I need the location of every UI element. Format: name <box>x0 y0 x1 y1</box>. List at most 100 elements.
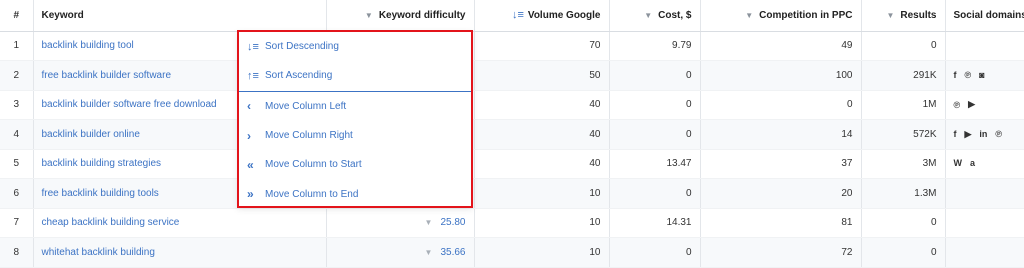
column-header-social-label: Social domains <box>954 10 1024 21</box>
pinterest-icon[interactable]: ℗ <box>965 70 972 80</box>
volume-cell: 40 <box>474 149 609 179</box>
table-row: 5backlink building strategies4013.47373M… <box>0 149 1024 179</box>
results-cell: 0 <box>861 238 945 268</box>
column-header-cost[interactable]: ▼ Cost, $ <box>609 0 700 31</box>
menu-item-move-end[interactable]: » Move Column to End <box>239 179 471 208</box>
menu-item-label: Move Column Left <box>265 101 346 112</box>
row-index: 7 <box>0 208 33 238</box>
results-cell: 572K <box>861 120 945 150</box>
double-chevron-right-icon: » <box>247 187 265 201</box>
cost-cell: 0 <box>609 238 700 268</box>
social-domains-cell: f ℗ ◙ <box>945 61 1024 91</box>
row-index: 5 <box>0 149 33 179</box>
table-row: 1backlink building tool709.79490 <box>0 31 1024 61</box>
social-domains-cell <box>945 179 1024 209</box>
volume-cell: 70 <box>474 31 609 61</box>
volume-cell: 50 <box>474 61 609 91</box>
volume-cell: 10 <box>474 208 609 238</box>
chevron-down-icon[interactable]: ▼ <box>365 11 373 20</box>
social-domains-cell <box>945 31 1024 61</box>
chevron-down-icon[interactable]: ▼ <box>745 11 753 20</box>
cost-cell: 0 <box>609 61 700 91</box>
results-cell: 3M <box>861 149 945 179</box>
column-header-competition-label: Competition in PPC <box>759 10 852 21</box>
row-index: 3 <box>0 90 33 120</box>
competition-cell: 14 <box>700 120 861 150</box>
keywords-table: # Keyword ▼ Keyword difficulty ↓≡Volume G… <box>0 0 1024 268</box>
menu-item-label: Move Column Right <box>265 130 353 141</box>
volume-cell: 40 <box>474 120 609 150</box>
chevron-down-icon[interactable]: ▼ <box>886 11 894 20</box>
menu-item-label: Sort Ascending <box>265 70 332 81</box>
keyword-difficulty-value: 35.66 <box>440 247 465 258</box>
menu-item-move-right[interactable]: › Move Column Right <box>239 121 471 150</box>
menu-item-sort-ascending[interactable]: ↑≡ Sort Ascending <box>239 61 471 90</box>
column-header-keyword-difficulty[interactable]: ▼ Keyword difficulty <box>326 0 474 31</box>
menu-item-sort-descending[interactable]: ↓≡ Sort Descending <box>239 32 471 61</box>
cost-cell: 0 <box>609 120 700 150</box>
results-cell: 1.3M <box>861 179 945 209</box>
column-header-competition[interactable]: ▼ Competition in PPC <box>700 0 861 31</box>
social-domains-cell <box>945 238 1024 268</box>
column-header-volume[interactable]: ↓≡Volume Google <box>474 0 609 31</box>
volume-cell: 10 <box>474 179 609 209</box>
social-domains-cell: ℗▶ <box>945 90 1024 120</box>
social-domains-cell: Wa <box>945 149 1024 179</box>
sort-descending-icon: ↓≡ <box>247 41 265 53</box>
volume-cell: 40 <box>474 90 609 120</box>
table-row: 8whitehat backlink building▼35.66100720 <box>0 238 1024 268</box>
column-header-cost-label: Cost, $ <box>658 10 691 21</box>
competition-cell: 81 <box>700 208 861 238</box>
cost-cell: 0 <box>609 179 700 209</box>
linkedin-icon[interactable]: in <box>979 129 987 139</box>
menu-item-move-left[interactable]: ‹ Move Column Left <box>239 92 471 121</box>
amazon-icon[interactable]: a <box>970 158 975 168</box>
keyword-link[interactable]: cheap backlink building service <box>42 217 180 228</box>
chevron-down-icon[interactable]: ▼ <box>425 218 433 227</box>
table-row: 3 backlink builder software free download… <box>0 90 1024 120</box>
double-chevron-left-icon: « <box>247 158 265 172</box>
column-header-index: # <box>0 0 33 31</box>
social-domains-cell: f ▶ in ℗ <box>945 120 1024 150</box>
competition-cell: 20 <box>700 179 861 209</box>
sort-descending-icon[interactable]: ↓≡ <box>512 9 524 21</box>
results-cell: 0 <box>861 208 945 238</box>
column-header-results[interactable]: ▼ Results <box>861 0 945 31</box>
instagram-icon[interactable]: ◙ <box>979 70 984 80</box>
keyword-difficulty-cell: ▼ 35.66 <box>326 238 474 268</box>
column-header-keyword[interactable]: Keyword <box>33 0 326 31</box>
youtube-icon[interactable]: ▶ <box>965 129 972 140</box>
chevron-left-icon: ‹ <box>247 99 265 113</box>
results-cell: 1M <box>861 90 945 120</box>
table-row: 6free backlink building tools100201.3M <box>0 179 1024 209</box>
column-header-kd-label: Keyword difficulty <box>379 10 466 21</box>
keyword-cell: whitehat backlink building <box>33 238 326 268</box>
sort-ascending-icon: ↑≡ <box>247 70 265 82</box>
keyword-link[interactable]: backlink building tool <box>42 40 134 51</box>
wikipedia-icon[interactable]: W <box>954 158 963 168</box>
keyword-link[interactable]: free backlink building tools <box>42 188 159 199</box>
keyword-link[interactable]: backlink building strategies <box>42 158 162 169</box>
social-domains-cell <box>945 208 1024 238</box>
pinterest-icon[interactable]: ℗ <box>954 100 961 110</box>
keyword-difficulty-cell: ▼25.80 <box>326 208 474 238</box>
youtube-icon[interactable]: ▶ <box>968 99 975 110</box>
facebook-icon[interactable]: f <box>954 70 957 80</box>
menu-item-move-start[interactable]: « Move Column to Start <box>239 150 471 179</box>
row-index: 2 <box>0 61 33 91</box>
cost-cell: 0 <box>609 90 700 120</box>
keyword-cell: cheap backlink building service <box>33 208 326 238</box>
chevron-down-icon[interactable]: ▼ <box>644 11 652 20</box>
competition-cell: 37 <box>700 149 861 179</box>
table-row: 4 backlink builder online 40014572K f ▶ in ℗ <box>0 120 1024 150</box>
chevron-down-icon[interactable]: ▼ <box>425 248 433 257</box>
keyword-link[interactable]: backlink builder online <box>42 129 140 140</box>
competition-cell: 0 <box>700 90 861 120</box>
keyword-link[interactable]: whitehat backlink building <box>42 247 155 258</box>
keyword-link[interactable]: free backlink builder software <box>42 70 172 81</box>
keyword-link[interactable]: backlink builder software free download <box>42 99 217 110</box>
column-header-results-label: Results <box>900 10 936 21</box>
pinterest-icon[interactable]: ℗ <box>995 129 1002 139</box>
row-index: 4 <box>0 120 33 150</box>
facebook-icon[interactable]: f <box>954 129 957 139</box>
